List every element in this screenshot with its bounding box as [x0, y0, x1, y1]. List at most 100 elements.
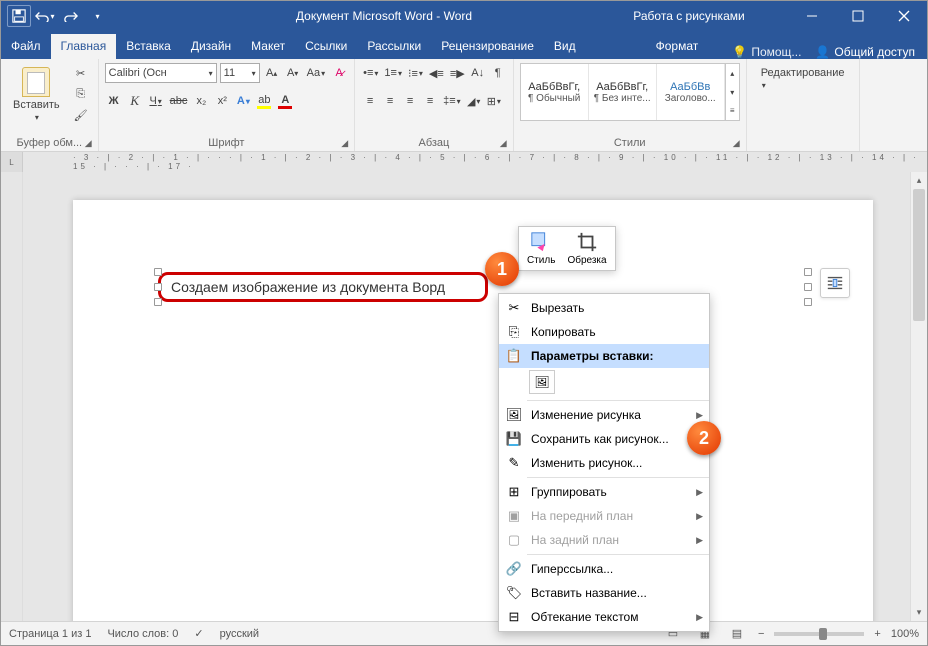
grow-font-icon[interactable]: A▴: [263, 63, 281, 83]
scroll-up-icon[interactable]: ▴: [911, 172, 927, 189]
menu-insert-caption[interactable]: 🏷Вставить название...: [499, 581, 709, 605]
align-right-icon[interactable]: ≡: [401, 91, 419, 111]
save-icon[interactable]: [7, 5, 31, 27]
zoom-level[interactable]: 100%: [891, 628, 919, 640]
tab-design[interactable]: Дизайн: [181, 34, 241, 59]
minimize-button[interactable]: [789, 1, 835, 31]
increase-indent-icon[interactable]: ≡▶: [448, 63, 467, 83]
tab-mailings[interactable]: Рассылки: [357, 34, 431, 59]
resize-handle[interactable]: [804, 298, 812, 306]
resize-handle[interactable]: [154, 268, 162, 276]
proofing-icon[interactable]: ✓: [194, 627, 203, 640]
undo-icon[interactable]: ▾: [33, 5, 57, 27]
gallery-up-icon[interactable]: ▴: [726, 64, 739, 83]
menu-save-as-picture[interactable]: 💾Сохранить как рисунок...: [499, 427, 709, 451]
document-page[interactable]: Создаем изображение из документа Ворд: [73, 200, 873, 622]
style-heading1[interactable]: АаБбВвЗаголово...: [657, 64, 725, 120]
gallery-down-icon[interactable]: ▾: [726, 83, 739, 102]
style-nospacing[interactable]: АаБбВвГг,¶ Без инте...: [589, 64, 657, 120]
mini-style-button[interactable]: Стиль: [521, 229, 561, 268]
resize-handle[interactable]: [154, 283, 162, 291]
status-language[interactable]: русский: [220, 628, 259, 640]
vertical-ruler[interactable]: [1, 172, 23, 622]
numbering-icon[interactable]: 1≡▾: [382, 63, 404, 83]
editing-button[interactable]: Редактирование▾: [753, 63, 853, 95]
shrink-font-icon[interactable]: A▾: [284, 63, 302, 83]
vertical-scrollbar[interactable]: ▴ ▾: [910, 172, 927, 621]
tab-home[interactable]: Главная: [51, 34, 117, 59]
mini-crop-button[interactable]: Обрезка: [561, 229, 612, 268]
align-center-icon[interactable]: ≡: [381, 91, 399, 111]
underline-button[interactable]: Ч▾: [147, 91, 165, 111]
bold-button[interactable]: Ж: [105, 91, 123, 111]
tell-me[interactable]: 💡Помощ...: [732, 45, 801, 59]
dialog-launcher-icon[interactable]: ◢: [341, 138, 348, 149]
tab-format[interactable]: Формат: [646, 34, 709, 59]
menu-wrap-text[interactable]: ⊟Обтекание текстом▶: [499, 605, 709, 629]
show-marks-icon[interactable]: ¶: [489, 63, 507, 83]
format-painter-icon[interactable]: 🖌: [70, 105, 92, 125]
menu-group[interactable]: ⊞Группировать▶: [499, 480, 709, 504]
superscript-button[interactable]: x²: [213, 91, 231, 111]
tab-references[interactable]: Ссылки: [295, 34, 357, 59]
menu-hyperlink[interactable]: 🔗Гиперссылка...: [499, 557, 709, 581]
resize-handle[interactable]: [804, 268, 812, 276]
tab-review[interactable]: Рецензирование: [431, 34, 544, 59]
zoom-slider[interactable]: [774, 632, 864, 636]
maximize-button[interactable]: [835, 1, 881, 31]
highlight-icon[interactable]: ab: [255, 91, 273, 111]
line-spacing-icon[interactable]: ‡≡▾: [441, 91, 463, 111]
align-left-icon[interactable]: ≡: [361, 91, 379, 111]
sort-icon[interactable]: A↓: [469, 63, 487, 83]
tab-insert[interactable]: Вставка: [116, 34, 181, 59]
scroll-down-icon[interactable]: ▾: [911, 604, 927, 621]
tab-file[interactable]: Файл: [1, 34, 51, 59]
shading-icon[interactable]: ◢▾: [465, 91, 483, 111]
strikethrough-button[interactable]: abc: [168, 91, 190, 111]
status-words[interactable]: Число слов: 0: [107, 628, 178, 640]
selected-image-object[interactable]: Создаем изображение из документа Ворд: [158, 272, 808, 302]
change-case-icon[interactable]: Aa▾: [305, 63, 327, 83]
paste-option-picture[interactable]: 🖼: [529, 370, 555, 394]
dialog-launcher-icon[interactable]: ◢: [500, 138, 507, 149]
menu-change-picture[interactable]: 🖼Изменение рисунка▶: [499, 403, 709, 427]
horizontal-ruler[interactable]: L · 3 · | · 2 · | · 1 · | · · · | · 1 · …: [1, 152, 927, 172]
bullets-icon[interactable]: •≡▾: [361, 63, 380, 83]
menu-cut[interactable]: ✂Вырезать: [499, 296, 709, 320]
cut-icon[interactable]: ✂: [70, 63, 92, 83]
paste-button[interactable]: Вставить ▾: [7, 63, 66, 124]
multilevel-icon[interactable]: ⁝≡▾: [406, 63, 425, 83]
menu-edit-picture[interactable]: ✎Изменить рисунок...: [499, 451, 709, 475]
qat-customize-icon[interactable]: ▾: [85, 5, 109, 27]
font-name-picker[interactable]: Calibri (Осн▾: [105, 63, 217, 83]
share-button[interactable]: 👤Общий доступ: [815, 45, 915, 59]
menu-copy[interactable]: ⎘Копировать: [499, 320, 709, 344]
font-size-picker[interactable]: 11▾: [220, 63, 260, 83]
borders-icon[interactable]: ⊞▾: [485, 91, 503, 111]
subscript-button[interactable]: x₂: [192, 91, 210, 111]
status-page[interactable]: Страница 1 из 1: [9, 628, 91, 640]
scroll-thumb[interactable]: [913, 189, 925, 321]
zoom-in-icon[interactable]: +: [874, 628, 880, 640]
decrease-indent-icon[interactable]: ◀≡: [427, 63, 446, 83]
dialog-launcher-icon[interactable]: ◢: [733, 138, 740, 149]
text-effects-icon[interactable]: A▾: [234, 91, 252, 111]
zoom-out-icon[interactable]: −: [758, 628, 764, 640]
gallery-more-icon[interactable]: ≡: [726, 101, 739, 120]
clear-formatting-icon[interactable]: A̷: [330, 63, 348, 83]
justify-icon[interactable]: ≡: [421, 91, 439, 111]
copy-icon[interactable]: ⎘: [70, 84, 92, 104]
resize-handle[interactable]: [804, 283, 812, 291]
document-scroll-area[interactable]: Создаем изображение из документа Ворд: [23, 172, 927, 622]
redo-icon[interactable]: [59, 5, 83, 27]
layout-options-button[interactable]: [820, 268, 850, 298]
resize-handle[interactable]: [154, 298, 162, 306]
view-web-icon[interactable]: ▤: [726, 625, 748, 643]
styles-gallery[interactable]: АаБбВвГг,¶ Обычный АаБбВвГг,¶ Без инте..…: [520, 63, 740, 121]
font-color-icon[interactable]: A: [276, 91, 294, 111]
menu-send-back[interactable]: ▢На задний план▶: [499, 528, 709, 552]
close-button[interactable]: [881, 1, 927, 31]
menu-bring-front[interactable]: ▣На передний план▶: [499, 504, 709, 528]
italic-button[interactable]: К: [126, 91, 144, 111]
tab-view[interactable]: Вид: [544, 34, 586, 59]
